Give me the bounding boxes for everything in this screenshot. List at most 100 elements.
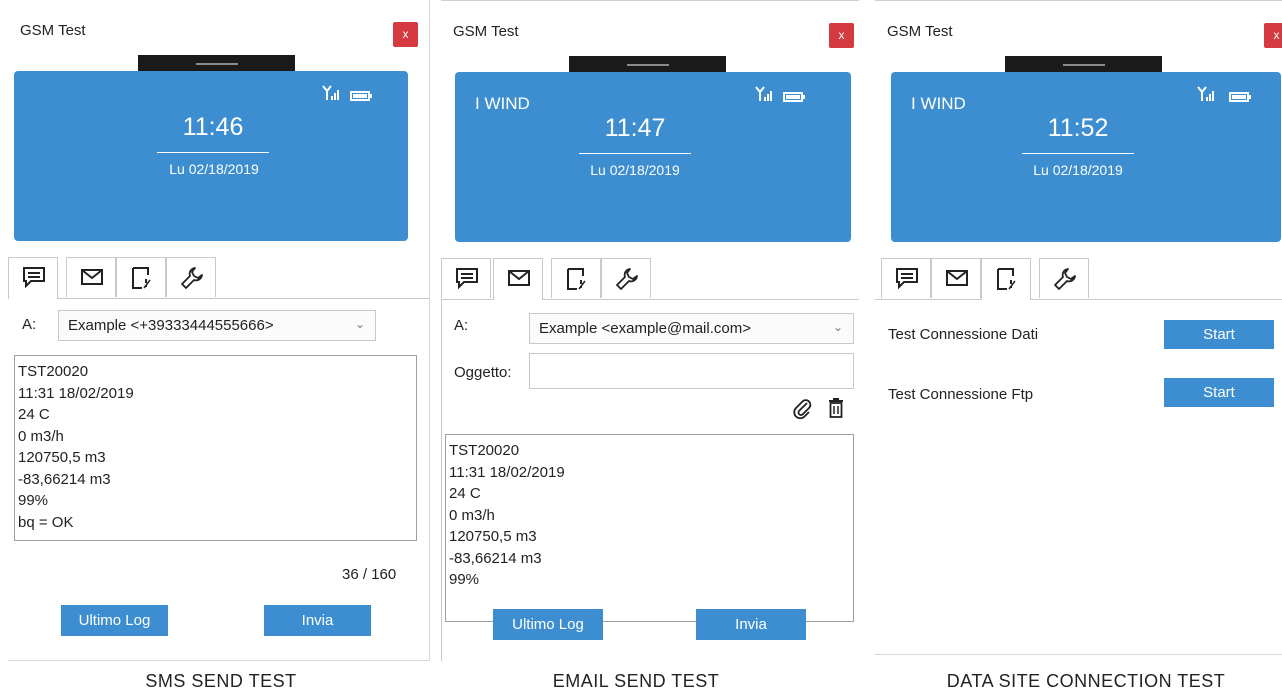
tab-settings[interactable] — [166, 257, 216, 297]
tab-email[interactable] — [493, 258, 543, 300]
carrier-name: I WIND — [475, 94, 530, 113]
title-bar: GSM Test x — [441, 1, 859, 61]
close-button[interactable]: x — [829, 23, 854, 48]
window-title: GSM Test — [887, 23, 953, 40]
chevron-down-icon: ⌄ — [354, 317, 365, 331]
message-textarea[interactable]: TST20020 11:31 18/02/2019 24 C 0 m3/h 12… — [14, 355, 417, 541]
caption-email: EMAIL SEND TEST — [552, 671, 720, 691]
message-line: bq = OK — [18, 513, 74, 531]
message-line: TST20020 — [18, 363, 89, 380]
message-line: TST20020 — [449, 442, 520, 459]
ftp-connection-label: Test Connessione Ftp — [888, 386, 1034, 403]
tab-sms[interactable] — [881, 258, 931, 298]
data-connection-label: Test Connessione Dati — [888, 326, 1039, 343]
wrench-icon — [1054, 268, 1076, 290]
carrier-name: I WIND — [911, 94, 966, 113]
data-window: GSM Test x I WIND 11:52 Lu 02/18/2019 Te… — [875, 0, 1282, 661]
paperclip-icon[interactable] — [792, 397, 812, 419]
close-button[interactable]: x — [1264, 23, 1282, 48]
title-bar: GSM Test x — [8, 0, 429, 60]
caption-data: DATA SITE CONNECTION TEST — [946, 671, 1226, 691]
tab-settings[interactable] — [1039, 258, 1089, 298]
message-textarea[interactable]: TST20020 11:31 18/02/2019 24 C 0 m3/h 12… — [445, 434, 854, 622]
sms-icon — [23, 267, 45, 288]
sms-window: GSM Test x 11:46 Lu 02/18/2019 A: Exampl… — [8, 0, 430, 661]
email-icon — [81, 269, 103, 285]
email-icon — [508, 270, 530, 286]
signal-icon — [322, 85, 339, 100]
signal-icon — [1197, 86, 1214, 101]
phone-screen: I WIND 11:47 Lu 02/18/2019 — [455, 72, 851, 242]
clock-date: Lu 02/18/2019 — [1033, 162, 1123, 178]
to-label: A: — [22, 316, 37, 333]
tab-bar — [441, 258, 859, 300]
data-connection-icon — [997, 268, 1016, 290]
chevron-down-icon: ⌄ — [832, 320, 843, 334]
message-line: 99% — [449, 571, 480, 588]
email-content: A: Example <example@mail.com> ⌄ Oggetto:… — [441, 299, 859, 661]
message-line: 11:31 18/02/2019 — [449, 463, 565, 481]
wrench-icon — [181, 267, 203, 289]
message-line: 11:31 18/02/2019 — [18, 384, 134, 402]
recipient-value: Example <example@mail.com> — [539, 320, 751, 337]
send-button[interactable]: Invia — [264, 605, 371, 636]
message-line: 0 m3/h — [18, 427, 64, 445]
window-title: GSM Test — [453, 23, 519, 40]
email-icon — [946, 270, 968, 286]
clock-time: 11:52 — [1047, 114, 1109, 142]
window-title: GSM Test — [20, 22, 86, 39]
battery-icon — [783, 92, 805, 102]
tab-sms[interactable] — [441, 258, 491, 298]
message-line: 24 C — [449, 485, 481, 502]
recipient-value: Example <+39333444555666> — [68, 317, 274, 334]
start-ftp-button[interactable]: Start — [1164, 378, 1274, 407]
sms-content: A: Example <+39333444555666> ⌄ TST20020 … — [8, 298, 429, 660]
message-line: 99% — [18, 492, 49, 509]
message-line: -83,66214 m3 — [18, 470, 111, 488]
last-log-button[interactable]: Ultimo Log — [493, 609, 603, 640]
data-connection-icon — [132, 267, 151, 289]
send-button[interactable]: Invia — [696, 609, 806, 640]
tab-data[interactable] — [981, 258, 1031, 300]
signal-icon — [755, 86, 772, 101]
battery-icon — [1229, 92, 1251, 102]
clock-divider — [1022, 153, 1134, 154]
data-content: Test Connessione Dati Start Test Conness… — [875, 299, 1282, 655]
tab-bar — [8, 257, 429, 299]
clock-divider — [579, 153, 691, 154]
clock-time: 11:46 — [182, 113, 244, 141]
tab-data[interactable] — [116, 257, 166, 297]
message-line: 24 C — [18, 406, 50, 423]
clock-time: 11:47 — [604, 114, 666, 142]
battery-icon — [350, 91, 372, 101]
phone-speaker — [138, 55, 295, 72]
title-bar: GSM Test x — [875, 1, 1282, 61]
tab-bar — [875, 258, 1282, 300]
tab-email[interactable] — [931, 258, 981, 298]
phone-speaker — [569, 56, 726, 73]
tab-sms[interactable] — [8, 257, 58, 299]
close-button[interactable]: x — [393, 22, 418, 47]
last-log-button[interactable]: Ultimo Log — [61, 605, 168, 636]
phone-screen: I WIND 11:52 Lu 02/18/2019 — [891, 72, 1281, 242]
tab-data[interactable] — [551, 258, 601, 298]
clock-divider — [157, 152, 269, 153]
recipient-select[interactable]: Example <example@mail.com> ⌄ — [529, 313, 854, 344]
clock-date: Lu 02/18/2019 — [590, 162, 680, 178]
tab-email[interactable] — [66, 257, 116, 297]
message-line: -83,66214 m3 — [449, 549, 542, 567]
message-line: 120750,5 m3 — [18, 449, 106, 466]
caption-sms: SMS SEND TEST — [145, 671, 297, 691]
wrench-icon — [616, 268, 638, 290]
email-window: GSM Test x I WIND 11:47 Lu 02/18/2019 A:… — [441, 0, 859, 661]
trash-icon[interactable] — [827, 397, 845, 419]
to-label: A: — [454, 317, 469, 334]
subject-input[interactable] — [529, 353, 854, 389]
message-line: 120750,5 m3 — [449, 528, 537, 545]
phone-screen: 11:46 Lu 02/18/2019 — [14, 71, 408, 241]
subject-label: Oggetto: — [454, 364, 512, 381]
start-data-button[interactable]: Start — [1164, 320, 1274, 349]
recipient-select[interactable]: Example <+39333444555666> ⌄ — [58, 310, 376, 341]
clock-date: Lu 02/18/2019 — [169, 161, 259, 177]
tab-settings[interactable] — [601, 258, 651, 298]
